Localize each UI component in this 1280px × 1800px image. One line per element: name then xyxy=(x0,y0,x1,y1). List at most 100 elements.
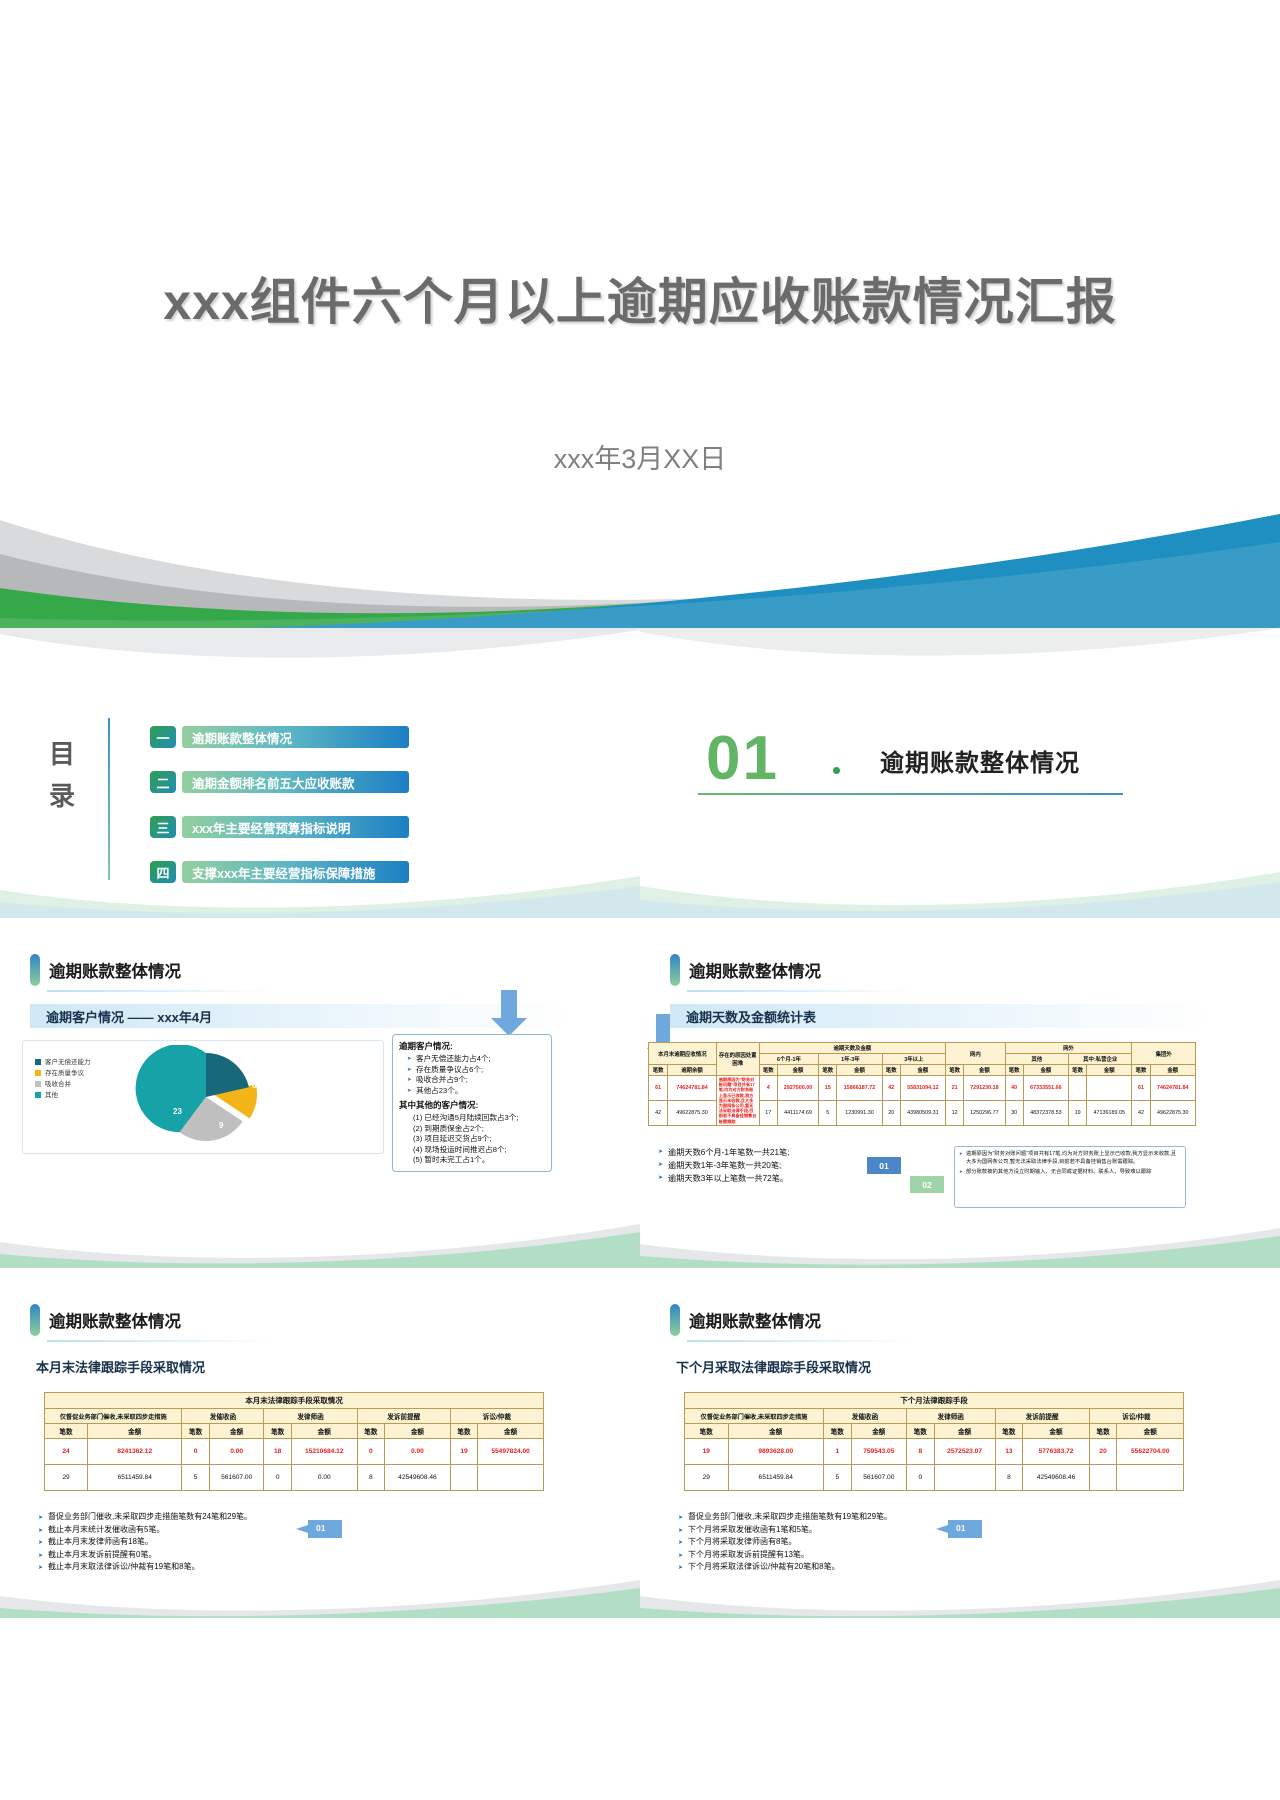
cell: 4 xyxy=(758,1075,778,1101)
cell xyxy=(1068,1075,1088,1101)
cell: 61 xyxy=(647,1075,669,1101)
slide6-header: 逾期账款整体情况 xyxy=(30,1304,181,1336)
cell: 5776383.72 xyxy=(1022,1438,1090,1465)
cell: 561607.00 xyxy=(208,1464,265,1491)
pie-label-merge: 9 xyxy=(219,1121,224,1130)
slide5-header: 逾期账款整体情况 xyxy=(670,954,821,986)
slide5-head-text: 逾期账款整体情况 xyxy=(689,963,821,981)
th-amount-6: 金额 xyxy=(1086,1064,1133,1076)
th-6m-1y: 6个月-1年 xyxy=(758,1053,820,1065)
th-litigation: 诉讼/仲裁 xyxy=(1088,1408,1185,1424)
cell: 8 xyxy=(994,1464,1024,1491)
slide5-header-rule xyxy=(687,990,912,992)
slide7-tag: 01 xyxy=(956,1523,966,1533)
th-a3: 金额 xyxy=(384,1423,451,1439)
tag-01: 01 xyxy=(867,1157,901,1174)
cell: 40 xyxy=(1004,1075,1024,1101)
cell: 42 xyxy=(1131,1099,1151,1126)
cell: 43980509.31 xyxy=(899,1099,947,1126)
slide7-banner-text: 下个月采取法律跟踪手段采取情况 xyxy=(676,1359,872,1375)
callout-title: 逾期客户情况: xyxy=(399,1041,453,1051)
slide-table-of-contents: 目录 一 逾期账款整体情况 二 逾期金额排名前五大应收账款 三 xxx年主要经营… xyxy=(0,628,640,918)
th-reason: 存在的原因处置困难 xyxy=(715,1042,760,1076)
callout-num-4: (5) 暂时未完工占1个。 xyxy=(413,1155,490,1164)
slide5-bullet-1: 逾期天数1年-3年笔数一共20笔; xyxy=(658,1159,858,1172)
table-row: 19 9893628.00 1 759543.05 8 2572523.07 1… xyxy=(684,1438,1184,1465)
slide6-banner-text: 本月末法律跟踪手段采取情况 xyxy=(36,1359,206,1375)
cell: 4411174.69 xyxy=(776,1099,820,1126)
table-title-row: 下个月法律跟踪手段 xyxy=(684,1392,1184,1409)
th-c1: 笔数 xyxy=(822,1423,852,1439)
slide5-note-1: 部分账款被的其他方设立时期输入、无合同或证据材料、联系人、导致难以跟踪 xyxy=(959,1168,1181,1176)
slide6-head-text: 逾期账款整体情况 xyxy=(49,1313,181,1331)
cell xyxy=(449,1464,479,1491)
table-group-header-row: 仅督促业务部门催收,未采取四步走措施 发催收函 发律师函 发诉前提醒 诉讼/仲裁 xyxy=(684,1408,1185,1424)
th-c2: 笔数 xyxy=(905,1423,935,1439)
slide6-bullet-1: 截止本月末统计发催收函有5笔。 xyxy=(38,1524,288,1536)
cell: 24 xyxy=(43,1438,89,1465)
th-c0: 笔数 xyxy=(684,1423,729,1439)
toc-item-3-number: 三 xyxy=(150,816,176,838)
cell: 55622704.00 xyxy=(1116,1438,1184,1465)
cell: 5 xyxy=(818,1099,838,1126)
cell: 5 xyxy=(181,1464,210,1491)
th-c4: 笔数 xyxy=(1088,1423,1118,1439)
th-outside-group: 集团外 xyxy=(1131,1042,1196,1065)
th-amount-4: 金额 xyxy=(963,1064,1006,1076)
toc-item-3[interactable]: 三 xxx年主要经营预算指标说明 xyxy=(150,816,409,838)
slide7-head-text: 逾期账款整体情况 xyxy=(689,1313,821,1331)
toc-item-1-number: 一 xyxy=(150,726,176,748)
page-title: xxx组件六个月以上逾期应收账款情况汇报 xyxy=(163,273,1117,330)
cell: 47136189.05 xyxy=(1086,1099,1133,1126)
th-a1: 金额 xyxy=(850,1423,907,1439)
table-row: 24 8241362.12 0 0.00 18 15210684.12 0 0.… xyxy=(43,1438,544,1465)
slide5-note-0: 逾期原因为"财务对账问题"项目共有17笔,均为对方财务账上显示已收款,我方显示未… xyxy=(959,1150,1181,1166)
cell: 8 xyxy=(905,1438,935,1465)
slide7-header: 逾期账款整体情况 xyxy=(670,1304,821,1336)
th-a1: 金额 xyxy=(208,1423,265,1439)
slide7-bottom-wave xyxy=(640,1580,1280,1618)
th-count-2: 笔数 xyxy=(818,1064,838,1076)
th-1y-3y: 1年-3年 xyxy=(818,1053,883,1065)
th-pre-litigation: 发诉前提醒 xyxy=(994,1408,1090,1424)
days-amount-table: 本月末逾期应收情况 存在的原因处置困难 逾期天数及金额 网内 网外 集团外 6个… xyxy=(647,1042,1197,1126)
section-bottom-wave xyxy=(640,872,1280,918)
slide-days-amount-table: 逾期账款整体情况 逾期天数及金额统计表 本月末逾期应收情况 存在的原因处置困难 … xyxy=(640,918,1280,1268)
legend-item-1: 存在质量争议 xyxy=(35,1068,91,1079)
cell: 5 xyxy=(822,1464,852,1491)
cell: 0 xyxy=(263,1464,292,1491)
th-lawyer-letter: 发律师函 xyxy=(905,1408,996,1424)
callout-bullet-1: 存在质量争议占6个; xyxy=(407,1065,545,1076)
th-c1: 笔数 xyxy=(181,1423,210,1439)
cell: 19 xyxy=(684,1438,729,1465)
th-days-amount: 逾期天数及金额 xyxy=(758,1042,947,1054)
slide-customer-pie: 逾期账款整体情况 逾期客户情况 —— xxx年4月 客户无偿还能力 存在质量争议… xyxy=(0,918,640,1268)
toc-item-1[interactable]: 一 逾期账款整体情况 xyxy=(150,726,409,748)
cell: 6511459.84 xyxy=(727,1464,824,1491)
cell: 12 xyxy=(945,1099,965,1126)
cell xyxy=(933,1464,996,1491)
th-count-6: 笔数 xyxy=(1068,1064,1088,1076)
callout-bullet-0: 客户无偿还能力占4个; xyxy=(407,1054,545,1065)
toc-item-2[interactable]: 二 逾期金额排名前五大应收账款 xyxy=(150,771,409,793)
slide4-banner-text: 逾期客户情况 —— xxx年4月 xyxy=(46,1009,213,1025)
slide6-tag: 01 xyxy=(316,1523,326,1533)
cell: 0.00 xyxy=(290,1464,358,1491)
th-urge-only: 仅督促业务部门催收,未采取四步走措施 xyxy=(684,1408,824,1424)
slide5-banner-text: 逾期天数及金额统计表 xyxy=(686,1009,817,1025)
th-pre-litigation: 发诉前提醒 xyxy=(356,1408,451,1424)
cell: 21 xyxy=(945,1075,965,1101)
cell: 74624781.84 xyxy=(667,1075,717,1101)
callout-bullet-2: 吸收合并占9个; xyxy=(407,1075,545,1086)
legend-item-2: 吸收合并 xyxy=(35,1079,91,1090)
cell: 67333551.66 xyxy=(1022,1075,1070,1101)
th-3y-plus: 3年以上 xyxy=(881,1053,947,1065)
slide5-bottom-wave xyxy=(640,1228,1280,1268)
title-wave-decoration xyxy=(0,468,1280,628)
cell: 49622875.30 xyxy=(667,1099,717,1126)
section-dot-icon xyxy=(833,767,840,774)
th-collection-letter: 发催收函 xyxy=(822,1408,907,1424)
toc-item-3-label: xxx年主要经营预算指标说明 xyxy=(182,816,409,838)
pie-label-other: 23 xyxy=(173,1107,182,1116)
cell xyxy=(477,1464,544,1491)
